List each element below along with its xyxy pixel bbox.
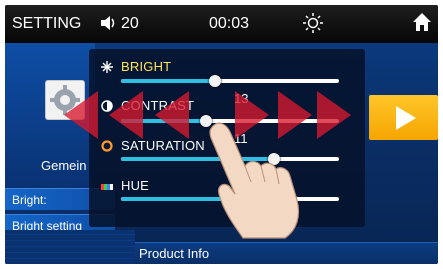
saturation-label: SATURATION	[121, 138, 205, 153]
screen: SETTING 20 00:03 Gemein Bright: Bright s…	[5, 5, 438, 264]
hue-label: HUE	[121, 178, 150, 193]
home-icon[interactable]	[412, 12, 432, 32]
section-label: Gemein	[41, 158, 87, 173]
clock: 00:03	[209, 15, 250, 32]
bright-slider-fill	[121, 79, 215, 83]
brightness-sun-icon[interactable]	[302, 12, 324, 34]
bright-label: BRIGHT	[121, 59, 172, 74]
decorative-grid	[5, 230, 135, 264]
play-icon	[396, 106, 416, 130]
status-bar: SETTING 20 00:03	[5, 5, 438, 43]
hand-gesture-icon	[209, 122, 300, 239]
bright-icon	[101, 61, 113, 73]
volume-level: 20	[121, 15, 139, 32]
volume-icon[interactable]	[100, 14, 118, 32]
swipe-left-arrow-icon	[109, 91, 143, 139]
hue-icon	[101, 184, 113, 190]
next-tile[interactable]	[369, 95, 438, 140]
saturation-icon	[101, 140, 113, 152]
status-title: SETTING	[12, 15, 82, 32]
swipe-right-arrow-icon	[317, 91, 351, 139]
swipe-left-arrow-icon	[64, 91, 98, 139]
bright-slider[interactable]	[121, 75, 339, 87]
bright-slider-knob[interactable]	[208, 75, 221, 87]
product-info-row[interactable]: Product Info	[135, 242, 438, 264]
swipe-left-arrow-icon	[155, 91, 189, 139]
